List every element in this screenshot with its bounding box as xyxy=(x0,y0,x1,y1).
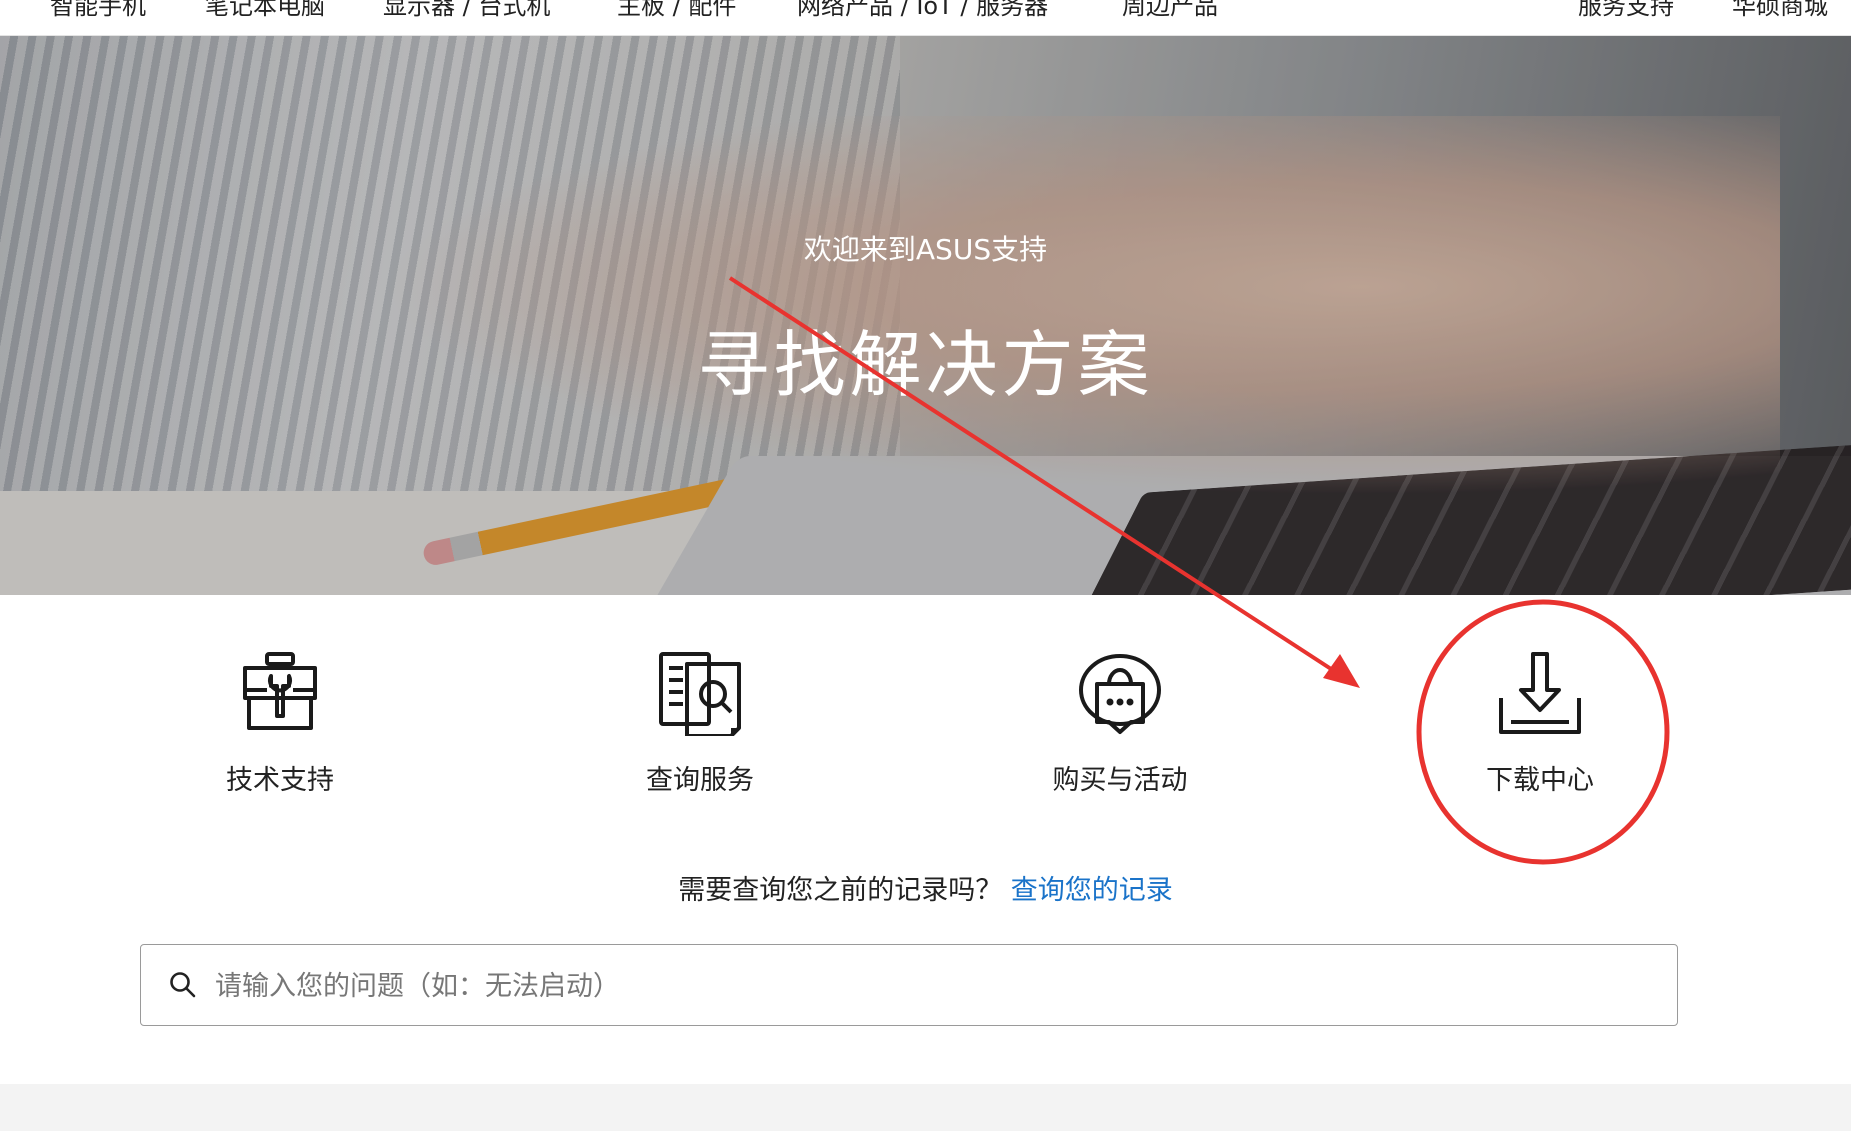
annotation-arrow-head xyxy=(1323,654,1360,688)
shopping-bag-chat-icon xyxy=(1079,654,1161,734)
hero-welcome-text: 欢迎来到ASUS支持 xyxy=(803,233,1048,266)
tile-query-service[interactable]: 查询服务 xyxy=(570,650,830,810)
hero-banner: 欢迎来到ASUS支持 寻找解决方案 xyxy=(0,36,1851,595)
record-query-line: 需要查询您之前的记录吗？ 查询您的记录 xyxy=(0,868,1851,907)
nav-item-peripherals[interactable]: 周边产品 xyxy=(1122,0,1218,21)
tile-tech-support-label: 技术支持 xyxy=(226,765,334,796)
tile-query-service-label: 查询服务 xyxy=(646,765,754,796)
record-query-link[interactable]: 查询您的记录 xyxy=(1011,875,1173,906)
nav-item-motherboards[interactable]: 主板 / 配件 xyxy=(617,0,736,21)
record-query-text: 需要查询您之前的记录吗？ xyxy=(678,875,1003,906)
toolbox-icon xyxy=(243,652,317,730)
document-search-icon xyxy=(659,652,741,736)
nav-item-monitors-desktops[interactable]: 显示器 / 台式机 xyxy=(383,0,550,21)
nav-item-smartphones[interactable]: 智能手机 xyxy=(50,0,146,21)
nav-item-networking[interactable]: 网络产品 / IoT / 服务器 xyxy=(797,0,1048,21)
hero-headline: 寻找解决方案 xyxy=(697,323,1154,407)
tile-download-center[interactable]: 下载中心 xyxy=(1410,650,1670,810)
search-icon xyxy=(170,972,196,998)
download-icon xyxy=(1499,652,1581,734)
tile-tech-support[interactable]: 技术支持 xyxy=(150,650,410,810)
search-input[interactable] xyxy=(213,959,1637,1013)
top-navigation: 智能手机 笔记本电脑 显示器 / 台式机 主板 / 配件 网络产品 / IoT … xyxy=(0,0,1851,36)
tile-download-center-label: 下载中心 xyxy=(1486,765,1594,796)
tile-purchase-events-label: 购买与活动 xyxy=(1052,765,1188,796)
nav-item-laptops[interactable]: 笔记本电脑 xyxy=(205,0,325,21)
footer-band xyxy=(0,1084,1851,1131)
nav-item-support[interactable]: 服务支持 xyxy=(1578,0,1674,21)
tile-purchase-events[interactable]: 购买与活动 xyxy=(990,650,1250,810)
nav-item-store[interactable]: 华硕商城 xyxy=(1732,0,1828,21)
search-box xyxy=(140,944,1678,1026)
